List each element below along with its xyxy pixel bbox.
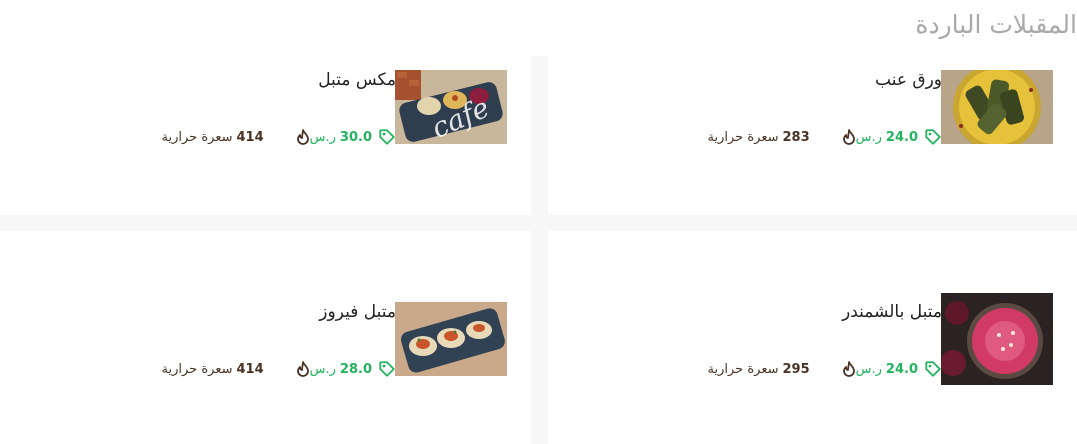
- item-meta: 24.0 ر.س 283 سعرة حرارية: [708, 127, 942, 147]
- item-currency: ر.س: [855, 361, 882, 377]
- item-price: 24.0: [885, 361, 918, 377]
- item-calories: 414: [236, 361, 264, 377]
- item-price: 24.0: [885, 129, 918, 145]
- flame-icon: [296, 361, 309, 377]
- item-name: مكس متبل: [318, 70, 396, 90]
- item-calories: 283: [782, 129, 810, 145]
- menu-item-card[interactable]: مكس متبل 30.0 ر.س 414 سعرة حرارية: [0, 56, 531, 215]
- item-currency: ر.س: [309, 129, 336, 145]
- tag-icon: [925, 129, 941, 145]
- item-meta: 30.0 ر.س 414 سعرة حرارية: [162, 127, 396, 147]
- item-image[interactable]: [941, 293, 1053, 385]
- item-image[interactable]: [941, 70, 1053, 144]
- calories-label: سعرة حرارية: [707, 129, 779, 145]
- item-currency: ر.س: [855, 129, 882, 145]
- section-title: المقبلات الباردة: [915, 10, 1077, 39]
- flame-icon: [842, 361, 855, 377]
- tag-icon: [379, 129, 395, 145]
- item-price: 28.0: [339, 361, 372, 377]
- section-header: المقبلات الباردة: [0, 0, 1077, 56]
- flame-icon: [842, 129, 855, 145]
- menu-item-card[interactable]: ورق عنب 24.0 ر.س 283 سعرة حرارية: [548, 56, 1077, 215]
- calories-label: سعرة حرارية: [161, 129, 233, 145]
- item-name: ورق عنب: [875, 70, 942, 90]
- item-currency: ر.س: [309, 361, 336, 377]
- tag-icon: [925, 361, 941, 377]
- calories-label: سعرة حرارية: [161, 361, 233, 377]
- item-meta: 24.0 ر.س 295 سعرة حرارية: [708, 359, 942, 379]
- flame-icon: [296, 129, 309, 145]
- calories-label: سعرة حرارية: [707, 361, 779, 377]
- item-calories: 414: [236, 129, 264, 145]
- item-name: متبل بالشمندر: [842, 302, 942, 322]
- item-name: متبل فيروز: [319, 302, 396, 322]
- item-calories: 295: [782, 361, 810, 377]
- item-meta: 28.0 ر.س 414 سعرة حرارية: [162, 359, 396, 379]
- item-image[interactable]: [395, 302, 507, 376]
- item-price: 30.0: [339, 129, 372, 145]
- menu-item-card[interactable]: متبل بالشمندر 24.0 ر.س 295 سعرة حرارية: [548, 231, 1077, 444]
- item-image[interactable]: [395, 70, 507, 144]
- tag-icon: [379, 361, 395, 377]
- menu-item-card[interactable]: متبل فيروز 28.0 ر.س 414 سعرة حرارية: [0, 231, 531, 444]
